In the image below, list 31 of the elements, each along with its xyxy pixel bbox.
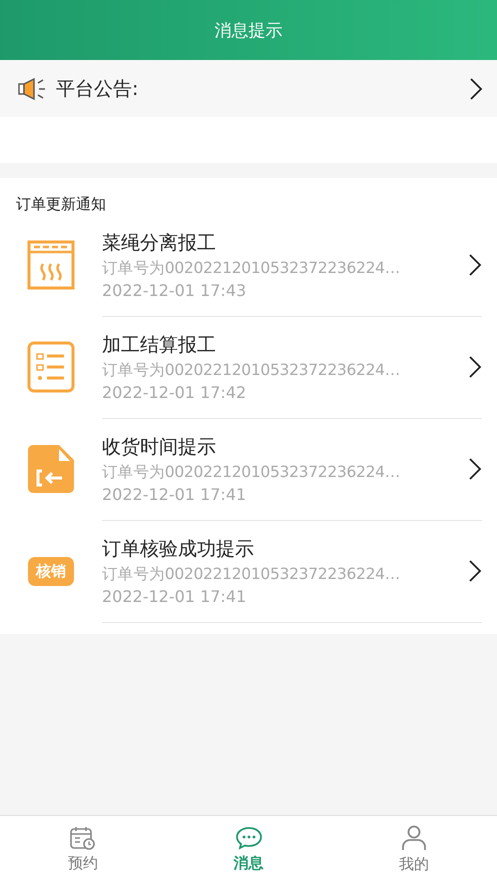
chevron-right-icon	[468, 252, 482, 276]
calendar-icon	[70, 826, 96, 850]
tab-item[interactable]: 我的	[331, 816, 497, 883]
notification-detail: 订单号为00202212010532372236224…	[102, 258, 400, 278]
page-title: 消息提示	[214, 20, 282, 42]
chevron-right-icon	[469, 76, 483, 100]
badge-label: 核销	[28, 556, 74, 586]
announcement-label: 平台公告:	[56, 76, 140, 102]
notification-title: 加工结算报工	[102, 332, 216, 358]
chevron-right-icon	[468, 558, 482, 582]
tab-item[interactable]: 消息	[166, 816, 332, 883]
notification-title: 订单核验成功提示	[102, 536, 254, 562]
speaker-icon	[18, 76, 48, 100]
notification-title: 菜绳分离报工	[102, 230, 216, 256]
notification-time: 2022-12-01 17:42	[102, 382, 246, 402]
notification-time: 2022-12-01 17:43	[102, 280, 246, 300]
checklist-icon	[27, 341, 75, 393]
notification-detail: 订单号为00202212010532372236224…	[102, 564, 400, 584]
notification-time: 2022-12-01 17:41	[102, 484, 246, 504]
chevron-right-icon	[468, 456, 482, 480]
oven-icon	[27, 240, 75, 290]
chat-icon	[234, 826, 262, 850]
section-title: 订单更新通知	[16, 195, 106, 214]
tab-item[interactable]: 预约	[0, 816, 166, 883]
person-icon	[401, 825, 428, 851]
notification-detail: 订单号为00202212010532372236224…	[102, 360, 400, 380]
chevron-right-icon	[468, 354, 482, 378]
notification-title: 收货时间提示	[102, 434, 216, 460]
notification-time: 2022-12-01 17:41	[102, 586, 246, 606]
file-icon	[28, 445, 74, 493]
notification-detail: 订单号为00202212010532372236224…	[102, 462, 400, 482]
